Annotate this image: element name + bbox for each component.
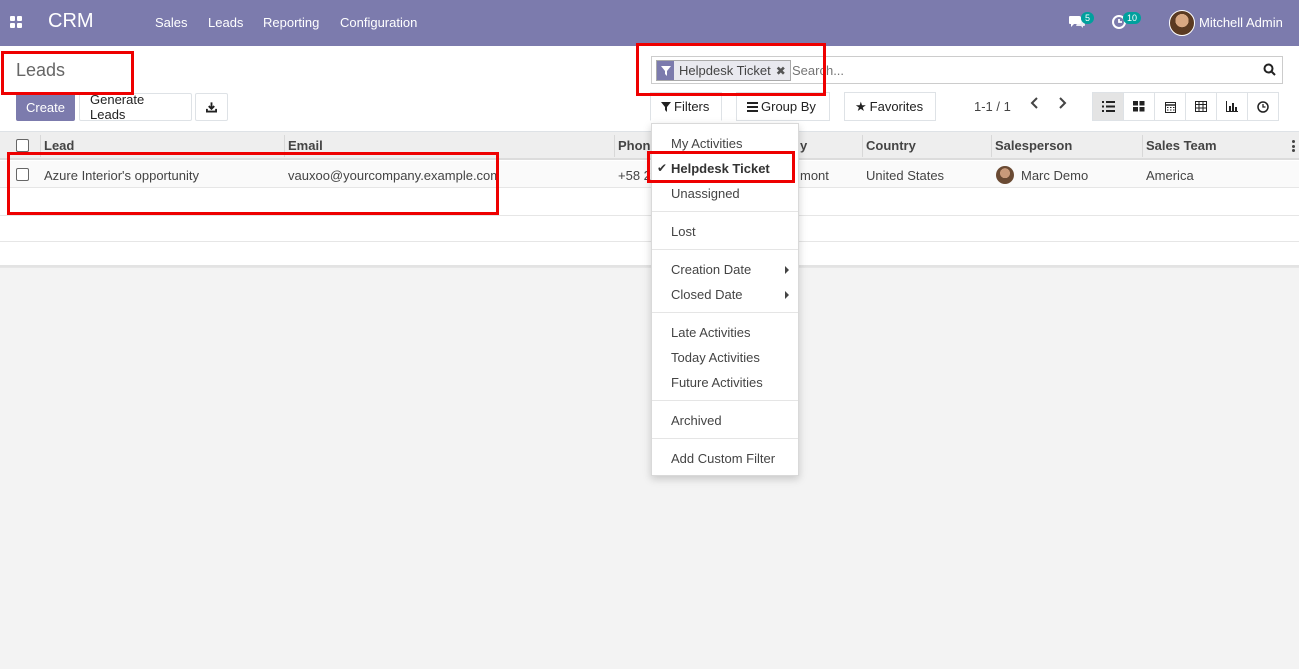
menu-sales[interactable]: Sales (155, 15, 188, 30)
column-city[interactable]: y (800, 138, 807, 153)
filter-today-activities[interactable]: Today Activities (671, 350, 760, 365)
cell-lead: Azure Interior's opportunity (44, 168, 199, 183)
menu-leads[interactable]: Leads (208, 15, 243, 30)
cell-country: United States (866, 168, 945, 183)
kanban-view-icon[interactable] (1123, 92, 1155, 121)
messages-count-badge: 5 (1081, 12, 1095, 24)
column-lead[interactable]: Lead (44, 138, 74, 153)
cell-city: mont (800, 168, 829, 183)
filter-archived[interactable]: Archived (671, 413, 722, 428)
view-switcher (1092, 92, 1279, 121)
group-by-label: Group By (761, 99, 816, 114)
cell-salesperson: Marc Demo (1021, 168, 1089, 183)
menu-reporting[interactable]: Reporting (263, 15, 319, 30)
download-icon (206, 102, 217, 113)
favorites-button[interactable]: ★ Favorites (844, 92, 936, 121)
generate-leads-button[interactable]: Generate Leads (79, 92, 192, 122)
filter-future-activities[interactable]: Future Activities (671, 375, 763, 390)
bars-icon (747, 101, 758, 112)
pivot-view-icon[interactable] (1185, 92, 1217, 121)
search-input[interactable] (792, 63, 1252, 78)
filter-unassigned[interactable]: Unassigned (671, 186, 740, 201)
facet-label: Helpdesk Ticket (679, 63, 771, 78)
table-header: Lead Email Phon y Country Salesperson Sa… (0, 132, 1299, 160)
row-checkbox[interactable] (16, 168, 29, 181)
list-view-icon[interactable] (1092, 92, 1124, 121)
filter-helpdesk-ticket[interactable]: Helpdesk Ticket (671, 161, 770, 176)
download-button[interactable] (195, 93, 228, 121)
filter-icon (661, 101, 671, 112)
page-title: Leads (16, 60, 66, 80)
cell-phone: +58 2 (618, 168, 651, 183)
column-sales-team[interactable]: Sales Team (1146, 138, 1217, 153)
caret-right-icon (785, 291, 789, 299)
favorites-label: Favorites (869, 99, 924, 114)
caret-right-icon (785, 266, 789, 274)
top-navbar: CRM Sales Leads Reporting Configuration … (0, 0, 1299, 46)
column-salesperson[interactable]: Salesperson (995, 138, 1072, 153)
check-icon: ✔ (657, 161, 668, 175)
activity-view-icon[interactable] (1247, 92, 1279, 121)
messages-button[interactable]: 5 (1068, 12, 1095, 33)
user-name[interactable]: Mitchell Admin (1199, 15, 1283, 30)
filters-dropdown: My Activities ✔ Helpdesk Ticket Unassign… (651, 123, 799, 476)
select-all-checkbox[interactable] (16, 139, 29, 152)
column-country[interactable]: Country (866, 138, 916, 153)
salesperson-avatar (996, 166, 1014, 184)
app-name[interactable]: CRM (48, 10, 94, 33)
column-phone[interactable]: Phon (618, 138, 651, 153)
cell-sales-team: America (1146, 168, 1194, 183)
menu-configuration[interactable]: Configuration (340, 15, 417, 30)
pager-previous-icon[interactable] (1030, 96, 1040, 115)
activities-button[interactable]: 10 (1111, 12, 1142, 33)
search-icon[interactable] (1263, 63, 1276, 76)
star-icon: ★ (855, 98, 867, 114)
filter-closed-date[interactable]: Closed Date (671, 287, 743, 302)
search-bar: Helpdesk Ticket ✖ (651, 56, 1283, 84)
optional-columns-icon[interactable] (1292, 140, 1295, 152)
user-avatar[interactable] (1169, 10, 1195, 36)
filter-creation-date[interactable]: Creation Date (671, 262, 751, 277)
group-by-button[interactable]: Group By (736, 92, 830, 121)
column-email[interactable]: Email (288, 138, 323, 153)
filters-label: Filters (674, 99, 710, 114)
filter-my-activities[interactable]: My Activities (671, 136, 743, 151)
empty-row (0, 215, 1299, 242)
graph-view-icon[interactable] (1216, 92, 1248, 121)
filters-button[interactable]: Filters (650, 92, 722, 121)
filter-late-activities[interactable]: Late Activities (671, 325, 751, 340)
filter-lost[interactable]: Lost (671, 224, 696, 239)
pager-next-icon[interactable] (1057, 96, 1067, 115)
pager-value[interactable]: 1-1 / 1 (974, 99, 1011, 114)
empty-row (0, 189, 1299, 216)
leads-list: Lead Email Phon y Country Salesperson Sa… (0, 132, 1299, 268)
control-panel: Leads Create Generate Leads Helpdesk Tic… (0, 46, 1299, 132)
apps-menu-icon[interactable] (10, 16, 23, 29)
empty-row (0, 241, 1299, 268)
activities-count-badge: 10 (1123, 12, 1142, 24)
cell-email: vauxoo@yourcompany.example.com (288, 168, 496, 183)
table-row[interactable]: Azure Interior's opportunity vauxoo@your… (0, 161, 1299, 188)
filter-icon (657, 61, 674, 80)
search-facet[interactable]: Helpdesk Ticket ✖ (656, 60, 791, 81)
calendar-view-icon[interactable] (1154, 92, 1186, 121)
remove-facet-icon[interactable]: ✖ (776, 64, 790, 78)
create-button[interactable]: Create (16, 93, 75, 121)
add-custom-filter[interactable]: Add Custom Filter (671, 451, 775, 466)
